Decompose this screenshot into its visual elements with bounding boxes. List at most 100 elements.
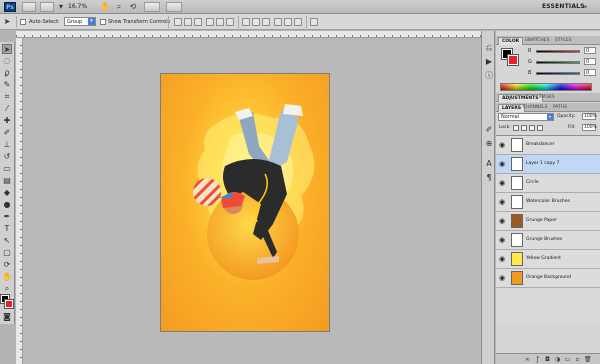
visibility-eye-icon[interactable]: ◉ [498,141,506,149]
align-left-edges-icon[interactable] [206,18,214,26]
tab-masks[interactable]: MASKS [536,94,558,102]
workspace-switcher[interactable]: ESSENTIALS [542,2,585,12]
screen-mode-button[interactable] [166,2,182,12]
zoom-dropdown-icon[interactable]: ▾ [56,2,66,12]
move-tool-icon[interactable]: ➤ [2,44,12,54]
slider-value[interactable]: 0 [584,47,596,54]
marquee-tool-icon[interactable]: ◌ [2,56,12,66]
auto-select-checkbox[interactable] [20,19,26,25]
lock-image-icon[interactable] [521,125,527,131]
adjustment-layer-icon[interactable]: ◑ [554,356,561,363]
pen-tool-icon[interactable]: ✒ [2,212,12,222]
layer-row[interactable]: ◉ Watercolor Brushes [496,193,600,212]
align-horizontal-centers-icon[interactable] [216,18,224,26]
arrange-documents-button[interactable] [144,2,160,12]
link-layers-icon[interactable]: ∞ [524,356,531,363]
crop-tool-icon[interactable]: ⌗ [2,92,12,102]
show-transform-checkbox[interactable] [100,19,106,25]
tab-styles[interactable]: STYLES [552,37,575,45]
actions-panel-icon[interactable]: ▶ [484,57,494,67]
slider-track[interactable] [536,50,580,53]
type-tool-icon[interactable]: T [2,224,12,234]
gradient-tool-icon[interactable]: ▤ [2,176,12,186]
workspace-menu-icon[interactable]: » [580,2,590,12]
blur-tool-icon[interactable]: ◆ [2,188,12,198]
brush-tool-icon[interactable]: ✐ [2,128,12,138]
clone-stamp-tool-icon[interactable]: ⊥ [2,140,12,150]
align-vertical-centers-icon[interactable] [184,18,192,26]
visibility-eye-icon[interactable]: ◉ [498,179,506,187]
align-bottom-edges-icon[interactable] [194,18,202,26]
3d-rotate-tool-icon[interactable]: ⟳ [2,260,12,270]
layer-row[interactable]: ◉ Layer 1 copy 7 [496,155,600,174]
background-color-chip[interactable] [507,54,519,66]
distribute-left-icon[interactable] [274,18,282,26]
zoom-tool-icon[interactable]: ⌕ [2,284,12,294]
history-panel-icon[interactable]: ⎌ [484,43,494,53]
quick-selection-tool-icon[interactable]: ✎ [2,80,12,90]
path-selection-tool-icon[interactable]: ↖ [2,236,12,246]
fill-value[interactable]: 100% [582,124,597,131]
layer-row[interactable]: ◉ Grunge Paper [496,212,600,231]
zoom-tool-icon[interactable]: ⌕ [114,2,124,12]
new-group-icon[interactable]: ▭ [564,356,571,363]
background-color-swatch[interactable] [4,299,14,309]
slider-track[interactable] [536,61,580,64]
new-layer-icon[interactable]: ▫ [574,356,581,363]
quick-mask-icon[interactable]: ◙ [2,312,12,322]
clone-source-panel-icon[interactable]: ⊕ [484,139,494,149]
align-top-edges-icon[interactable] [174,18,182,26]
eyedropper-tool-icon[interactable]: ⁄ [2,104,12,114]
lasso-tool-icon[interactable]: ϼ [2,68,12,78]
lock-position-icon[interactable] [529,125,535,131]
delete-layer-icon[interactable]: 🗑 [584,356,592,363]
brushes-panel-icon[interactable]: ✐ [484,125,494,135]
shape-tool-icon[interactable]: ▢ [2,248,12,258]
visibility-eye-icon[interactable]: ◉ [498,236,506,244]
distribute-hcenter-icon[interactable] [284,18,292,26]
blend-mode-dropdown[interactable]: Normal ▾ [498,113,554,121]
add-mask-icon[interactable]: ◘ [544,356,551,363]
eraser-tool-icon[interactable]: ▭ [2,164,12,174]
distribute-top-icon[interactable] [242,18,250,26]
color-spectrum-bar[interactable] [500,83,592,91]
distribute-vcenter-icon[interactable] [252,18,260,26]
red-slider[interactable]: R 0 [528,47,598,55]
hand-tool-icon[interactable]: ✋ [100,2,110,12]
slider-value[interactable]: 0 [584,58,596,65]
layer-row[interactable]: ◉ Breakdancer [496,136,600,155]
rotate-view-icon[interactable]: ⟲ [128,2,138,12]
auto-select-dropdown[interactable]: Group ▾ [64,17,96,26]
paragraph-panel-icon[interactable]: ¶ [484,173,494,183]
character-panel-icon[interactable]: A [484,159,494,169]
tab-channels[interactable]: CHANNELS [520,104,551,112]
align-right-edges-icon[interactable] [226,18,234,26]
hand-tool-icon[interactable]: ✋ [2,272,12,282]
info-panel-icon[interactable]: ⓘ [484,71,494,81]
visibility-eye-icon[interactable]: ◉ [498,274,506,282]
auto-align-layers-icon[interactable] [310,18,318,26]
green-slider[interactable]: G 0 [528,58,598,66]
launch-bridge-button[interactable] [22,2,36,12]
layer-row[interactable]: ◉ Orange Background [496,269,600,288]
dodge-tool-icon[interactable]: ● [2,200,12,210]
visibility-eye-icon[interactable]: ◉ [498,160,506,168]
history-brush-tool-icon[interactable]: ↺ [2,152,12,162]
view-extras-button[interactable] [40,2,54,12]
blue-slider[interactable]: B 0 [528,69,598,77]
zoom-level[interactable]: 16.7% [68,3,87,10]
opacity-value[interactable]: 100% [582,113,597,120]
visibility-eye-icon[interactable]: ◉ [498,198,506,206]
lock-transparent-icon[interactable] [513,125,519,131]
layer-row[interactable]: ◉ Grunge Brushes [496,231,600,250]
document-canvas[interactable] [161,74,329,331]
healing-brush-tool-icon[interactable]: ✚ [2,116,12,126]
distribute-bottom-icon[interactable] [262,18,270,26]
slider-value[interactable]: 0 [584,69,596,76]
move-tool-preset-icon[interactable]: ➤ [2,17,12,27]
visibility-eye-icon[interactable]: ◉ [498,217,506,225]
tab-swatches[interactable]: SWATCHES [522,37,553,45]
slider-track[interactable] [536,72,580,75]
layer-row[interactable]: ◉ Yellow Gradient [496,250,600,269]
visibility-eye-icon[interactable]: ◉ [498,255,506,263]
